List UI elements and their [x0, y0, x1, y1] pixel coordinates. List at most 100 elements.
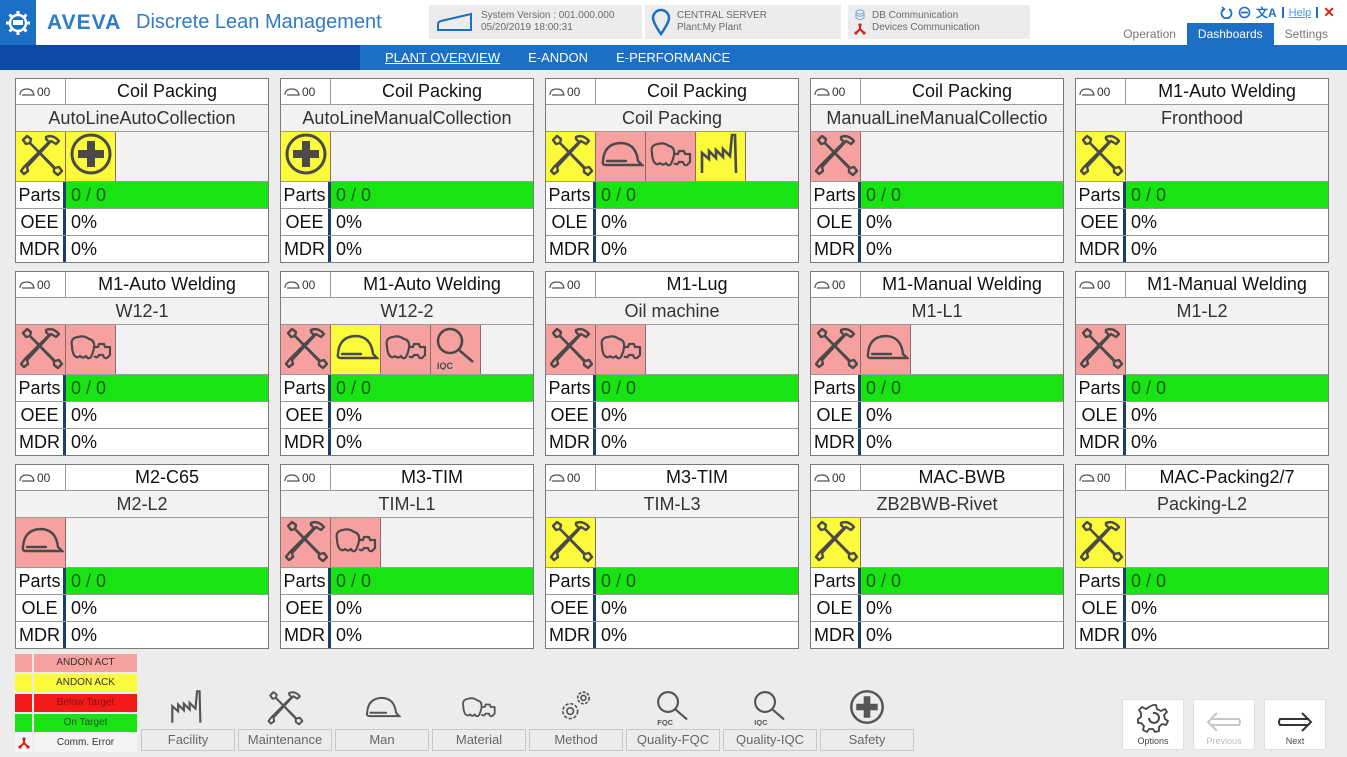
andon-maintenance-ack[interactable] [811, 518, 861, 567]
options-label: Options [1137, 736, 1169, 746]
options-button[interactable]: Options [1122, 699, 1184, 750]
mdr-value: 0% [866, 625, 893, 645]
maintenance-icon [548, 324, 594, 375]
tile-header: 00 Coil Packing [811, 79, 1063, 105]
andon-material-act[interactable] [596, 325, 646, 374]
andon-maintenance-act[interactable] [811, 325, 861, 374]
efficiency-row: OEE 0% [16, 401, 268, 428]
line-tile[interactable]: 00 M1-Manual Welding M1-L2 Parts 0 / 0 O… [1075, 271, 1329, 456]
line-tile[interactable]: 00 M3-TIM TIM-L3 Parts 0 / 0 OEE 0% MDR … [545, 464, 799, 649]
tab-settings[interactable]: Settings [1274, 23, 1339, 45]
andon-material-act[interactable] [331, 518, 381, 567]
category-quality-iqc-button[interactable]: Quality-IQC [723, 729, 817, 751]
andon-material-act[interactable] [646, 132, 696, 181]
efficiency-label: OEE [281, 595, 331, 621]
category-method-button[interactable]: Method [529, 729, 623, 751]
category-maintenance-button[interactable]: Maintenance [238, 729, 332, 751]
mdr-row: MDR 0% [1076, 235, 1328, 262]
line-tile[interactable]: 00 M3-TIM TIM-L1 Parts 0 / 0 OEE 0% MDR … [280, 464, 534, 649]
andon-maintenance-act[interactable] [16, 325, 66, 374]
page-actions: Options Previous Next [1122, 699, 1326, 750]
parts-value: 0 / 0 [1126, 375, 1328, 401]
nav-e-performance[interactable]: E-PERFORMANCE [616, 50, 730, 65]
language-icon[interactable]: 文A [1256, 4, 1277, 21]
parts-value: 0 / 0 [1126, 568, 1328, 594]
helmet-icon [549, 280, 565, 289]
line-tile[interactable]: 00 Coil Packing AutoLineAutoCollection P… [15, 78, 269, 263]
helmet-icon [814, 280, 830, 289]
andon-quality-iqc-act[interactable]: IQC [431, 325, 481, 374]
line-tile[interactable]: 00 M1-Auto Welding W12-2 IQC Parts 0 / 0… [280, 271, 534, 456]
category-material-button[interactable]: Material [432, 729, 526, 751]
andon-maintenance-act[interactable] [546, 325, 596, 374]
station-name: Fronthood [1076, 105, 1328, 132]
category-man[interactable]: Man [335, 685, 429, 751]
category-facility-button[interactable]: Facility [141, 729, 235, 751]
logout-icon[interactable] [1238, 6, 1251, 19]
tab-operation[interactable]: Operation [1112, 23, 1187, 45]
andon-material-act[interactable] [381, 325, 431, 374]
category-man-button[interactable]: Man [335, 729, 429, 751]
category-safety[interactable]: Safety [820, 685, 914, 751]
category-facility[interactable]: Facility [141, 685, 235, 751]
station-name: Packing-L2 [1076, 491, 1328, 518]
parts-row: Parts 0 / 0 [811, 567, 1063, 594]
andon-facility-ack[interactable] [696, 132, 746, 181]
line-tile[interactable]: 00 Coil Packing ManualLineManualCollecti… [810, 78, 1064, 263]
help-link[interactable]: Help [1289, 7, 1312, 19]
andon-maintenance-act[interactable] [281, 518, 331, 567]
andon-man-ack[interactable] [331, 325, 381, 374]
nav-plant-overview[interactable]: PLANT OVERVIEW [385, 50, 500, 65]
category-maintenance[interactable]: Maintenance [238, 685, 332, 751]
line-tile[interactable]: 00 M1-Lug Oil machine Parts 0 / 0 OEE 0%… [545, 271, 799, 456]
legend-item: On Target [15, 714, 139, 733]
andon-man-act[interactable] [596, 132, 646, 181]
server-name: CENTRAL SERVER [677, 10, 768, 21]
andon-maintenance-ack[interactable] [16, 132, 66, 181]
maintenance-icon [1078, 324, 1124, 375]
andon-safety-ack[interactable] [66, 132, 116, 181]
andon-man-act[interactable] [16, 518, 66, 567]
line-tile[interactable]: 00 Coil Packing Coil Packing Parts 0 / 0… [545, 78, 799, 263]
mdr-row: MDR 0% [811, 235, 1063, 262]
line-tile[interactable]: 00 MAC-Packing2/7 Packing-L2 Parts 0 / 0… [1075, 464, 1329, 649]
andon-safety-ack[interactable] [281, 132, 331, 181]
close-icon[interactable]: ✕ [1323, 4, 1335, 21]
refresh-icon[interactable] [1220, 6, 1233, 19]
andon-maintenance-ack[interactable] [546, 518, 596, 567]
category-material[interactable]: Material [432, 685, 526, 751]
line-tile[interactable]: 00 M1-Auto Welding Fronthood Parts 0 / 0… [1075, 78, 1329, 263]
shift-indicator: 00 [1076, 465, 1126, 490]
andon-maintenance-ack[interactable] [1076, 518, 1126, 567]
efficiency-row: OLE 0% [811, 208, 1063, 235]
svg-text:FQC: FQC [657, 718, 673, 726]
line-tile[interactable]: 00 MAC-BWB ZB2BWB-Rivet Parts 0 / 0 OLE … [810, 464, 1064, 649]
line-name: Coil Packing [911, 81, 1013, 101]
legend-label: ANDON ACT [34, 654, 137, 672]
category-safety-button[interactable]: Safety [820, 729, 914, 751]
category-method[interactable]: Method [529, 685, 623, 751]
andon-maintenance-ack[interactable] [1076, 132, 1126, 181]
mdr-label: MDR [546, 429, 596, 455]
andon-maintenance-act[interactable] [811, 132, 861, 181]
line-tile[interactable]: 00 M2-C65 M2-L2 Parts 0 / 0 OLE 0% MDR 0… [15, 464, 269, 649]
tab-dashboards[interactable]: Dashboards [1186, 23, 1274, 45]
category-quality-fqc[interactable]: FQC Quality-FQC [626, 685, 720, 751]
parts-row: Parts 0 / 0 [546, 374, 798, 401]
category-quality-fqc-button[interactable]: Quality-FQC [626, 729, 720, 751]
next-button[interactable]: Next [1264, 699, 1326, 750]
nav-e-andon[interactable]: E-ANDON [528, 50, 588, 65]
andon-maintenance-act[interactable] [1076, 325, 1126, 374]
category-quality-iqc[interactable]: IQC Quality-IQC [723, 685, 817, 751]
line-tile[interactable]: 00 Coil Packing AutoLineManualCollection… [280, 78, 534, 263]
mdr-value: 0% [1131, 239, 1158, 259]
tile-header: 00 M2-C65 [16, 465, 268, 491]
andon-material-act[interactable] [66, 325, 116, 374]
line-tile[interactable]: 00 M1-Auto Welding W12-1 Parts 0 / 0 OEE… [15, 271, 269, 456]
previous-button[interactable]: Previous [1193, 699, 1255, 750]
andon-maintenance-act[interactable] [281, 325, 331, 374]
andon-man-act[interactable] [861, 325, 911, 374]
line-tile[interactable]: 00 M1-Manual Welding M1-L1 Parts 0 / 0 O… [810, 271, 1064, 456]
efficiency-row: OLE 0% [16, 594, 268, 621]
andon-maintenance-ack[interactable] [546, 132, 596, 181]
